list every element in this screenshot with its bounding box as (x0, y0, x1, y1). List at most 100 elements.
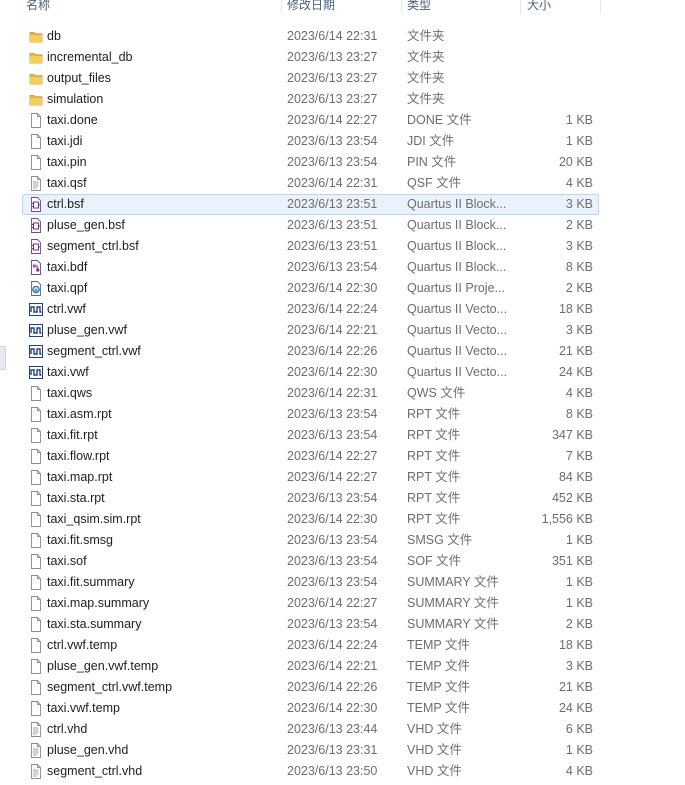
file-row[interactable]: taxi.map.rpt 2023/6/14 22:27 RPT 文件 84 KB (0, 467, 685, 488)
waveform-icon (29, 323, 43, 338)
file-row[interactable]: segment_ctrl.vwf 2023/6/14 22:26 Quartus I… (0, 341, 685, 362)
file-row[interactable]: ctrl.bsf 2023/6/13 23:51 Quartus II Block.… (0, 194, 685, 215)
file-name: taxi.qsf (47, 176, 87, 190)
column-header-name[interactable]: 名称 (26, 0, 50, 14)
file-row[interactable]: taxi.qsf 2023/6/14 22:31 QSF 文件 4 KB (0, 173, 685, 194)
file-size: 1 KB (565, 575, 593, 589)
file-row[interactable]: pluse_gen.bsf 2023/6/13 23:51 Quartus II B… (0, 215, 685, 236)
file-row[interactable]: taxi.fit.summary 2023/6/13 23:54 SUMMARY 文… (0, 572, 685, 593)
file-row[interactable]: taxi.sta.summary 2023/6/13 23:54 SUMMARY 文… (0, 614, 685, 635)
file-name: ctrl.vwf.temp (47, 638, 118, 652)
blank-file-icon (29, 428, 43, 443)
file-name: taxi.flow.rpt (47, 449, 110, 463)
file-row[interactable]: segment_ctrl.vhd 2023/6/13 23:50 VHD 文件 4 K… (0, 761, 685, 782)
file-modified-date: 2023/6/13 23:31 (287, 743, 378, 757)
file-size: 6 KB (565, 722, 593, 736)
file-name: taxi.fit.rpt (47, 428, 98, 442)
file-modified-date: 2023/6/13 23:54 (287, 617, 378, 631)
file-row[interactable]: taxi.sta.rpt 2023/6/13 23:54 RPT 文件 452 KB (0, 488, 685, 509)
file-row[interactable]: taxi.map.summary 2023/6/14 22:27 SUMMARY 文… (0, 593, 685, 614)
file-size: 4 KB (565, 764, 593, 778)
file-row[interactable]: pluse_gen.vhd 2023/6/13 23:31 VHD 文件 1 KB (0, 740, 685, 761)
file-row[interactable]: taxi.flow.rpt 2023/6/14 22:27 RPT 文件 7 KB (0, 446, 685, 467)
file-size: 351 KB (551, 554, 593, 568)
file-row[interactable]: output_files 2023/6/13 23:27 文件夹 (0, 68, 685, 89)
file-row[interactable]: db 2023/6/14 22:31 文件夹 (0, 26, 685, 47)
block-symbol-icon (29, 239, 43, 254)
file-type: RPT 文件 (407, 491, 461, 505)
file-type: VHD 文件 (407, 722, 462, 736)
column-header-size[interactable]: 大小 (527, 0, 551, 14)
file-name: taxi.bdf (47, 260, 88, 274)
file-size: 4 KB (565, 176, 593, 190)
file-row[interactable]: pluse_gen.vwf 2023/6/14 22:21 Quartus II V… (0, 320, 685, 341)
file-row[interactable]: taxi.qpf 2023/6/14 22:30 Quartus II Proje.… (0, 278, 685, 299)
blank-file-icon (29, 512, 43, 527)
file-modified-date: 2023/6/13 23:54 (287, 260, 378, 274)
column-divider[interactable] (600, 0, 601, 14)
file-size: 1 KB (565, 533, 593, 547)
file-modified-date: 2023/6/14 22:31 (287, 386, 378, 400)
file-modified-date: 2023/6/14 22:26 (287, 680, 378, 694)
file-row[interactable]: taxi.vwf 2023/6/14 22:30 Quartus II Vecto.… (0, 362, 685, 383)
file-row[interactable]: ctrl.vwf 2023/6/14 22:24 Quartus II Vecto.… (0, 299, 685, 320)
column-header-type[interactable]: 类型 (407, 0, 431, 14)
text-file-icon (29, 743, 43, 758)
file-size: 3 KB (565, 197, 593, 211)
file-row[interactable]: ctrl.vhd 2023/6/13 23:44 VHD 文件 6 KB (0, 719, 685, 740)
file-name: taxi.pin (47, 155, 87, 169)
file-modified-date: 2023/6/13 23:44 (287, 722, 378, 736)
file-size: 3 KB (565, 323, 593, 337)
file-size (520, 26, 593, 47)
column-divider[interactable] (281, 0, 282, 14)
file-row[interactable]: pluse_gen.vwf.temp 2023/6/14 22:21 TEMP 文件… (0, 656, 685, 677)
file-name: ctrl.vhd (47, 722, 88, 736)
file-row[interactable]: taxi.done 2023/6/14 22:27 DONE 文件 1 KB (0, 110, 685, 131)
file-row[interactable]: incremental_db 2023/6/13 23:27 文件夹 (0, 47, 685, 68)
column-divider[interactable] (401, 0, 402, 14)
file-size: 452 KB (551, 491, 593, 505)
file-modified-date: 2023/6/14 22:26 (287, 344, 378, 358)
file-size: 1 KB (565, 134, 593, 148)
file-size: 18 KB (558, 638, 593, 652)
file-row[interactable]: taxi.bdf 2023/6/13 23:54 Quartus II Block.… (0, 257, 685, 278)
file-type: SUMMARY 文件 (407, 617, 499, 631)
file-name: ctrl.vwf (47, 302, 86, 316)
file-row[interactable]: taxi.jdi 2023/6/13 23:54 JDI 文件 1 KB (0, 131, 685, 152)
column-header-date[interactable]: 修改日期 (287, 0, 335, 14)
file-row[interactable]: taxi_qsim.sim.rpt 2023/6/14 22:30 RPT 文件 1,… (0, 509, 685, 530)
file-type: JDI 文件 (407, 134, 455, 148)
file-row[interactable]: taxi.qws 2023/6/14 22:31 QWS 文件 4 KB (0, 383, 685, 404)
file-row[interactable]: taxi.vwf.temp 2023/6/14 22:30 TEMP 文件 24 KB (0, 698, 685, 719)
file-type: Quartus II Block... (407, 239, 507, 253)
file-name: db (47, 29, 61, 43)
file-type: RPT 文件 (407, 428, 461, 442)
file-row[interactable]: segment_ctrl.bsf 2023/6/13 23:51 Quartus I… (0, 236, 685, 257)
file-name: taxi.qpf (47, 281, 88, 295)
quartus-project-icon (29, 281, 43, 296)
file-size: 8 KB (565, 407, 593, 421)
file-row[interactable]: taxi.asm.rpt 2023/6/13 23:54 RPT 文件 8 KB (0, 404, 685, 425)
file-row[interactable]: taxi.fit.rpt 2023/6/13 23:54 RPT 文件 347 KB (0, 425, 685, 446)
column-divider[interactable] (520, 0, 521, 14)
file-type: PIN 文件 (407, 155, 457, 169)
file-row[interactable]: ctrl.vwf.temp 2023/6/14 22:24 TEMP 文件 18 KB (0, 635, 685, 656)
file-row[interactable]: taxi.pin 2023/6/13 23:54 PIN 文件 20 KB (0, 152, 685, 173)
file-size (520, 47, 593, 68)
file-modified-date: 2023/6/14 22:31 (287, 176, 378, 190)
file-size: 84 KB (558, 470, 593, 484)
file-type: Quartus II Vecto... (407, 365, 508, 379)
file-type: Quartus II Block... (407, 260, 507, 274)
file-type: SUMMARY 文件 (407, 596, 499, 610)
file-row[interactable]: segment_ctrl.vwf.temp 2023/6/14 22:26 TEMP… (0, 677, 685, 698)
file-type: VHD 文件 (407, 743, 462, 757)
file-size: 1 KB (565, 113, 593, 127)
file-row[interactable]: taxi.sof 2023/6/13 23:54 SOF 文件 351 KB (0, 551, 685, 572)
column-header-bar: 名称 修改日期 类型 大小 (0, 0, 685, 14)
file-row[interactable]: simulation 2023/6/13 23:27 文件夹 (0, 89, 685, 110)
file-type: 文件夹 (407, 92, 445, 106)
file-type: RPT 文件 (407, 449, 461, 463)
file-type: 文件夹 (407, 50, 445, 64)
file-size: 24 KB (558, 365, 593, 379)
file-row[interactable]: taxi.fit.smsg 2023/6/13 23:54 SMSG 文件 1 KB (0, 530, 685, 551)
